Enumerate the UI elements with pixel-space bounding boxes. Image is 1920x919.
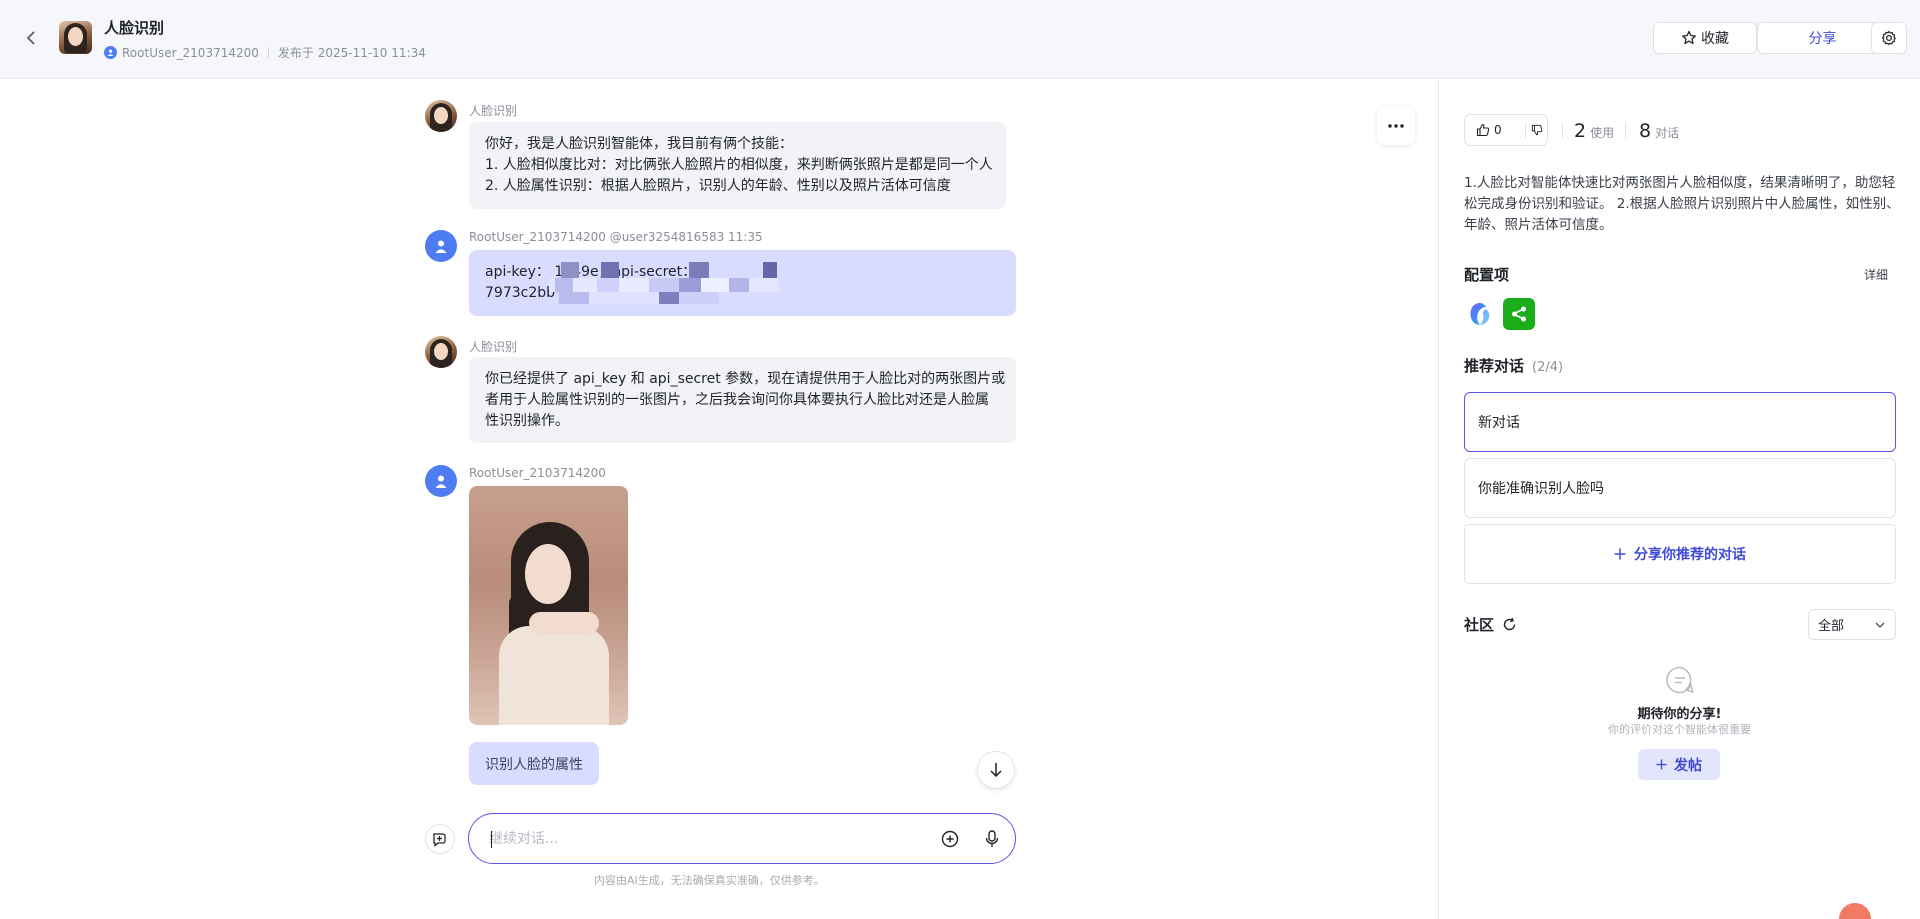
microphone-icon	[985, 830, 999, 847]
config-section-title: 配置项	[1464, 264, 1509, 285]
conversations-count: 8	[1639, 120, 1652, 142]
user-avatar	[425, 465, 457, 497]
bot-message: 你好，我是人脸识别智能体，我目前有俩个技能： 1. 人脸相似度比对：对比俩张人脸…	[469, 122, 1006, 209]
community-title: 社区	[1464, 616, 1495, 634]
like-count: 0	[1494, 123, 1502, 137]
plus-icon	[1614, 548, 1626, 560]
user-message: api-key： 1d49e，api-secret： 7973c2bb 52	[469, 250, 1016, 316]
chat-input[interactable]	[489, 826, 909, 852]
chevron-down-icon	[1875, 622, 1885, 628]
message-line: 7973c2bb 52	[485, 285, 578, 301]
recommend-title: 推荐对话	[1464, 357, 1525, 375]
post-label: 发帖	[1674, 757, 1702, 774]
ai-model-icon[interactable]	[1464, 298, 1496, 330]
chat-plus-icon	[433, 833, 446, 847]
top-header: 人脸识别 RootUser_2103714200 发布于 2025-11-10 …	[0, 0, 1920, 79]
empty-state-title: 期待你的分享!	[1637, 707, 1722, 722]
uploaded-photo[interactable]	[469, 486, 628, 725]
user-avatar	[425, 230, 457, 262]
uses-label: 使用	[1590, 126, 1615, 140]
share-label: 分享	[1808, 31, 1837, 47]
favorite-label: 收藏	[1701, 31, 1729, 47]
chat-input-box	[468, 813, 1016, 864]
agent-description: 1.人脸比对智能体快速比对两张图片人脸相似度，结果清晰明了，助您轻松完成身份识别…	[1464, 175, 1900, 233]
rating-box: 0	[1464, 114, 1548, 146]
conversations-stat: 8 对话	[1639, 120, 1679, 142]
gear-icon	[1881, 30, 1896, 46]
page-title: 人脸识别	[104, 19, 165, 37]
share-node-icon[interactable]	[1503, 298, 1535, 330]
message-sender: 人脸识别	[469, 104, 518, 118]
agent-meta: RootUser_2103714200 发布于 2025-11-10 11:34	[104, 44, 426, 61]
user-icon	[435, 240, 447, 253]
message-line: 你已经提供了 api_key 和 api_secret 参数，现在请提供用于人脸…	[485, 371, 1006, 387]
settings-button[interactable]	[1871, 22, 1907, 54]
thumbs-up-icon	[1476, 123, 1490, 137]
message-line: 性识别操作。	[485, 413, 569, 429]
recommend-count: (2/4)	[1532, 360, 1564, 375]
dislike-button[interactable]	[1526, 124, 1547, 136]
refresh-icon[interactable]	[1502, 617, 1517, 632]
new-conversation-button[interactable]	[425, 824, 455, 854]
share-recommend-button[interactable]: 分享你推荐的对话	[1464, 524, 1896, 584]
comment-icon	[1666, 666, 1694, 694]
recommend-item-face-accuracy[interactable]: 你能准确识别人脸吗	[1464, 458, 1896, 518]
voice-input-button[interactable]	[981, 828, 1003, 850]
uses-count: 2	[1574, 120, 1587, 142]
share-recommend-label: 分享你推荐的对话	[1634, 547, 1746, 563]
message-line: 1. 人脸相似度比对：对比俩张人脸照片的相似度，来判断俩张照片是都是同一个人	[485, 157, 993, 173]
bot-avatar	[425, 336, 457, 368]
arrow-down-icon	[990, 763, 1002, 778]
message-line: 你好，我是人脸识别智能体，我目前有俩个技能：	[485, 136, 793, 152]
back-button[interactable]	[20, 26, 44, 50]
recommend-item-new-chat[interactable]: 新对话	[1464, 392, 1896, 452]
message-sender: RootUser_2103714200 @user3254816583 11:3…	[469, 230, 763, 244]
config-detail-link[interactable]: 详细	[1864, 266, 1888, 283]
scroll-to-bottom-button[interactable]	[977, 751, 1015, 789]
favorite-button[interactable]: 收藏	[1653, 22, 1757, 54]
post-button[interactable]: 发帖	[1638, 749, 1720, 780]
community-filter-value: 全部	[1818, 619, 1845, 634]
message-sender: 人脸识别	[469, 340, 518, 354]
message-sender: RootUser_2103714200	[469, 466, 606, 480]
more-horizontal-icon	[1388, 124, 1404, 128]
author-name[interactable]: RootUser_2103714200	[122, 46, 259, 60]
message-line: api-key： 1d49e，api-secret：	[485, 264, 697, 280]
uses-stat: 2 使用	[1574, 120, 1614, 142]
message-line: 2. 人脸属性识别：根据人脸照片，识别人的年龄、性别以及照片活体可信度	[485, 178, 951, 194]
empty-state-subtitle: 你的评价对这个智能体很重要	[1608, 723, 1751, 736]
like-button[interactable]: 0	[1465, 123, 1525, 137]
message-line: 者用于人脸属性识别的一张图片，之后我会询问你具体要执行人脸比对还是人脸属	[485, 392, 989, 408]
community-section-title: 社区	[1464, 614, 1517, 635]
user-icon	[104, 46, 117, 59]
thumbs-down-icon	[1531, 124, 1542, 136]
bot-avatar	[425, 100, 457, 132]
publish-time: 发布于 2025-11-10 11:34	[277, 46, 426, 60]
conversations-label: 对话	[1655, 126, 1680, 140]
star-icon	[1682, 30, 1696, 45]
more-options-button[interactable]	[1377, 107, 1415, 145]
user-message: 识别人脸的属性	[469, 742, 599, 785]
user-icon	[435, 475, 447, 488]
community-filter-select[interactable]: 全部	[1808, 609, 1896, 640]
plus-icon	[1656, 759, 1667, 770]
bot-message: 你已经提供了 api_key 和 api_secret 参数，现在请提供用于人脸…	[469, 357, 1016, 443]
share-button[interactable]: 分享	[1757, 22, 1888, 54]
attach-button[interactable]	[939, 828, 961, 850]
ai-disclaimer-text: 内容由AI生成，无法确保真实准确，仅供参考。	[594, 874, 825, 887]
chevron-left-icon	[26, 31, 35, 45]
recommend-section-title: 推荐对话 (2/4)	[1464, 355, 1563, 376]
plus-circle-icon	[941, 830, 959, 848]
config-title: 配置项	[1464, 266, 1510, 284]
agent-avatar	[59, 21, 92, 54]
